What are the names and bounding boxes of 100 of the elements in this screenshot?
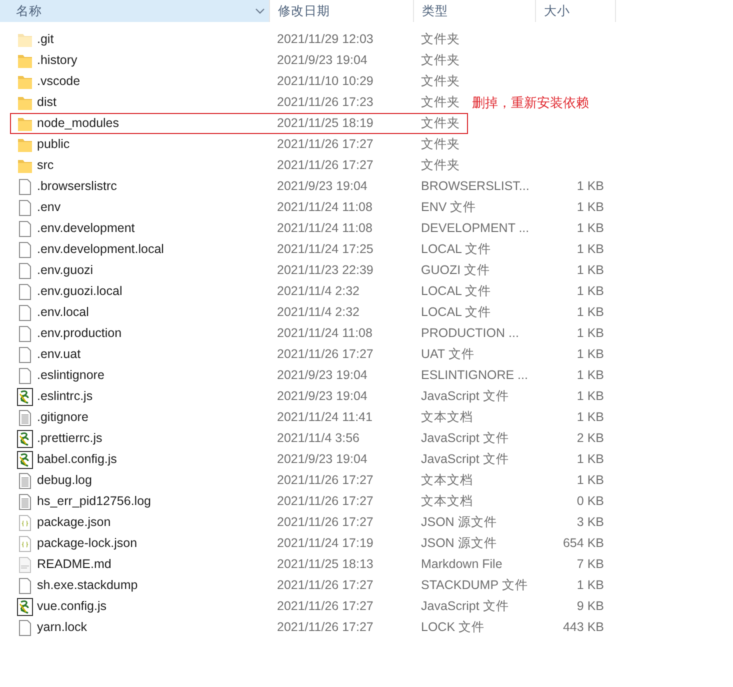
file-size: 2 KB — [576, 430, 604, 448]
file-type: BROWSERSLIST... — [421, 178, 530, 196]
file-size: 1 KB — [576, 220, 604, 238]
file-size: 7 KB — [576, 556, 604, 574]
file-name: .browserslistrc — [37, 178, 117, 196]
file-name: .env.development — [37, 220, 135, 238]
modified-date: 2021/11/26 17:27 — [277, 514, 374, 532]
file-type: 文本文档 — [421, 409, 473, 426]
file-size: 1 KB — [576, 409, 604, 426]
file-size: 1 KB — [576, 199, 604, 216]
file-type: 文本文档 — [421, 493, 473, 510]
file-size: 1 KB — [576, 283, 604, 300]
file-name: babel.config.js — [37, 451, 117, 468]
file-type: PRODUCTION ... — [421, 325, 519, 342]
file-name: README.md — [37, 556, 112, 574]
file-name: .env.production — [37, 325, 122, 342]
file-type: JavaScript 文件 — [421, 451, 509, 468]
modified-date: 2021/11/24 17:25 — [277, 241, 374, 258]
file-type: DEVELOPMENT ... — [421, 220, 530, 238]
file-name: .env.local — [37, 304, 89, 322]
file-size: 0 KB — [576, 493, 604, 510]
file-type: Markdown File — [421, 556, 502, 574]
file-size: 9 KB — [576, 598, 604, 616]
file-type: JSON 源文件 — [421, 535, 497, 552]
modified-date: 2021/11/26 17:27 — [277, 577, 374, 594]
file-name: package-lock.json — [37, 535, 138, 552]
file-size: 1 KB — [576, 388, 604, 406]
file-type: 文件夹 — [421, 73, 460, 90]
file-name: debug.log — [37, 472, 92, 490]
file-type: 文件夹 — [421, 115, 460, 132]
modified-date: 2021/11/26 17:27 — [277, 136, 374, 154]
file-name: public — [37, 136, 70, 154]
file-type: ENV 文件 — [421, 199, 476, 216]
modified-date: 2021/9/23 19:04 — [277, 178, 368, 196]
modified-date: 2021/11/25 18:19 — [277, 115, 374, 132]
file-name: dist — [37, 94, 56, 112]
file-type: LOCK 文件 — [421, 619, 485, 636]
modified-date: 2021/11/25 18:13 — [277, 556, 374, 574]
modified-date: 2021/11/29 12:03 — [277, 31, 374, 48]
file-name: .env — [37, 199, 61, 216]
file-type: 文件夹 — [421, 157, 460, 174]
modified-date: 2021/11/24 11:08 — [277, 220, 372, 238]
file-type: 文件夹 — [421, 31, 460, 48]
file-type: JavaScript 文件 — [421, 388, 509, 406]
file-name: .git — [37, 31, 54, 48]
file-name: package.json — [37, 514, 111, 532]
file-type: STACKDUMP 文件 — [421, 577, 528, 594]
file-name: .env.uat — [37, 346, 81, 364]
file-type: ESLINTIGNORE ... — [421, 367, 528, 384]
file-name: node_modules — [37, 115, 120, 132]
modified-date: 2021/11/24 17:19 — [277, 535, 374, 552]
file-name: vue.config.js — [37, 598, 106, 616]
file-type: JavaScript 文件 — [421, 430, 509, 448]
column-header[interactable]: 名称 — [0, 0, 270, 22]
modified-date: 2021/9/23 19:04 — [277, 388, 368, 406]
file-name: .eslintrc.js — [37, 388, 93, 406]
file-name: .prettierrc.js — [37, 430, 102, 448]
modified-date: 2021/11/26 17:27 — [277, 619, 374, 636]
file-size: 1 KB — [576, 472, 604, 490]
file-size: 1 KB — [576, 262, 604, 280]
sort-icon — [255, 6, 265, 16]
file-size: 1 KB — [576, 325, 604, 342]
file-name: .env.guozi.local — [37, 283, 122, 300]
file-type: LOCAL 文件 — [421, 304, 492, 322]
file-type: JSON 源文件 — [421, 514, 497, 532]
file-name: .eslintignore — [37, 367, 104, 384]
file-name: .env.guozi — [37, 262, 94, 280]
file-name: hs_err_pid12756.log — [37, 493, 151, 510]
file-type: 文件夹 — [421, 136, 460, 154]
file-size: 3 KB — [576, 514, 604, 532]
file-size: 1 KB — [576, 367, 604, 384]
modified-date: 2021/11/26 17:27 — [277, 598, 374, 616]
file-name: .env.development.local — [37, 241, 164, 258]
file-size: 654 KB — [562, 535, 604, 552]
file-type: JavaScript 文件 — [421, 598, 509, 616]
file-type: 文本文档 — [421, 472, 473, 490]
modified-date: 2021/11/24 11:08 — [277, 199, 372, 216]
modified-date: 2021/11/23 22:39 — [277, 262, 374, 280]
modified-date: 2021/11/4 3:56 — [277, 430, 360, 448]
column-header[interactable]: 大小 — [536, 0, 616, 22]
file-size: 1 KB — [576, 178, 604, 196]
file-size: 1 KB — [576, 304, 604, 322]
modified-date: 2021/11/26 17:27 — [277, 493, 374, 510]
modified-date: 2021/9/23 19:04 — [277, 451, 368, 468]
modified-date: 2021/11/24 11:08 — [277, 325, 372, 342]
modified-date: 2021/11/26 17:27 — [277, 472, 374, 490]
column-header[interactable]: 类型 — [414, 0, 536, 22]
file-name: src — [37, 157, 54, 174]
file-name: .history — [37, 52, 78, 70]
file-size: 1 KB — [576, 451, 604, 468]
file-type: GUOZI 文件 — [421, 262, 490, 280]
modified-date: 2021/11/4 2:32 — [277, 283, 360, 300]
file-type: LOCAL 文件 — [421, 241, 492, 258]
modified-date: 2021/11/26 17:27 — [277, 157, 374, 174]
file-size: 1 KB — [576, 241, 604, 258]
file-name: sh.exe.stackdump — [37, 577, 138, 594]
file-name: .vscode — [37, 73, 80, 90]
file-size: 1 KB — [576, 346, 604, 364]
modified-date: 2021/11/10 10:29 — [277, 73, 374, 90]
column-header[interactable]: 修改日期 — [270, 0, 414, 22]
